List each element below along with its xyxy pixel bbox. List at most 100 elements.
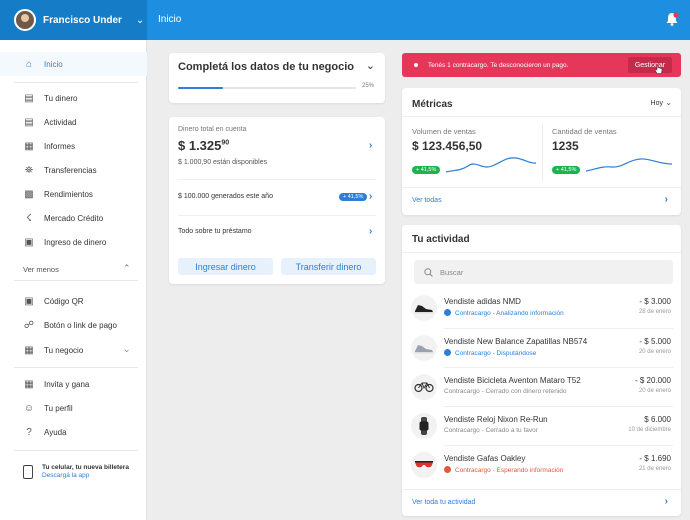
sidebar-item-invita-y-gana[interactable]: ▦ Invita y gana — [0, 372, 147, 396]
sidebar-item-ingreso-de-dinero[interactable]: ▣ Ingreso de dinero — [0, 230, 147, 254]
sidebar-item-rendimientos[interactable]: ▩ Rendimientos — [0, 182, 147, 206]
activity-row[interactable]: Vendiste adidas NMD Contracargo - Analiz… — [402, 291, 681, 329]
chart-icon: ▩ — [24, 188, 34, 200]
sales-volume-label: Volumen de ventas — [412, 127, 476, 136]
sidebar-item-tu-dinero[interactable]: ▤ Tu dinero — [0, 86, 147, 110]
chevron-up-icon[interactable]: ⌃ — [123, 263, 131, 274]
divider — [402, 252, 681, 253]
sidebar-item-label: Ingreso de dinero — [44, 237, 107, 247]
status-text: Contracargo - Esperando información — [455, 467, 564, 474]
generated-text: $ 100.000 generados este año — [178, 193, 273, 200]
sidebar-item-informes[interactable]: ▦ Informes — [0, 134, 147, 158]
activity-row-date: 28 de enero — [638, 309, 671, 315]
money-amount-cents: 90 — [221, 139, 230, 147]
activity-row[interactable]: Vendiste Gafas Oakley Contracargo - Espe… — [402, 448, 681, 486]
loan-link[interactable]: Todo sobre tu préstamo — [178, 228, 252, 235]
chevron-down-icon[interactable]: ⌄ — [665, 98, 672, 107]
top-bar: Francisco Under ⌄ Inicio — [0, 0, 690, 40]
manage-button[interactable]: Gestionar — [628, 57, 672, 73]
activity-row-title: Vendiste adidas NMD — [444, 297, 521, 306]
chevron-right-icon[interactable]: › — [665, 194, 668, 205]
search-icon — [424, 267, 433, 277]
chevron-down-icon[interactable]: ⌄ — [123, 344, 131, 355]
see-all-metrics-link[interactable]: Ver todas — [412, 197, 442, 204]
chevron-down-icon: ⌄ — [135, 14, 145, 26]
chevron-right-icon[interactable]: › — [665, 496, 668, 507]
sidebar-item-boton-link-pago[interactable]: ☍ Botón o link de pago — [0, 313, 147, 337]
activity-row-status: Contracargo - Cerrado con dinero retenid… — [444, 388, 567, 395]
chargeback-alert: Tenés 1 contracargo. Te desconocieron un… — [402, 53, 681, 77]
activity-search-input[interactable]: Buscar — [414, 260, 673, 284]
activity-row-amount: - $ 3.000 — [639, 297, 671, 306]
sidebar-item-tu-perfil[interactable]: ☺ Tu perfil — [0, 396, 147, 420]
reports-icon: ▦ — [24, 140, 34, 152]
sidebar-item-actividad[interactable]: ▤ Actividad — [0, 110, 147, 134]
activity-row[interactable]: Vendiste New Balance Zapatillas NB574 Co… — [402, 331, 681, 369]
money-available: $ 1.000,90 están disponibles — [178, 159, 268, 166]
bank-icon: ⛯ — [25, 164, 33, 176]
sales-volume-badge: + 41,5% — [412, 166, 441, 174]
watch-icon — [411, 413, 437, 439]
sidebar-item-transferencias[interactable]: ⛯ Transferencias — [0, 158, 147, 182]
divider — [444, 367, 673, 368]
ver-menos-toggle[interactable]: Ver menos — [23, 265, 59, 274]
activity-row[interactable]: Vendiste Bicicleta Aventon Mataro T52 Co… — [402, 370, 681, 408]
alert-text: Tenés 1 contracargo. Te desconocieron un… — [428, 61, 569, 69]
avatar — [14, 9, 36, 31]
setup-title: Completá los datos de tu negocio — [178, 61, 355, 73]
sales-count-badge: + 41,5% — [552, 166, 581, 174]
divider — [178, 215, 376, 216]
phone-icon — [23, 465, 33, 479]
money-card: Dinero total en cuenta $ 1.32590 $ 1.000… — [169, 117, 385, 284]
sidebar-item-inicio[interactable]: ⌂ Inicio — [0, 52, 147, 76]
activity-row-title: Vendiste New Balance Zapatillas NB574 — [444, 337, 588, 346]
count-sparkline — [585, 158, 673, 172]
chevron-right-icon[interactable]: › — [369, 140, 372, 151]
status-text: Contracargo - Disputándose — [455, 350, 537, 357]
period-select[interactable]: Hoy — [651, 100, 663, 107]
divider — [14, 82, 138, 83]
sidebar-item-label: Tu dinero — [44, 93, 78, 103]
sidebar-item-label: Código QR — [44, 296, 84, 306]
notification-bell-icon[interactable] — [664, 11, 680, 27]
activity-row[interactable]: Vendiste Reloj Nixon Re-Run Contracargo … — [402, 409, 681, 447]
divider — [402, 187, 681, 188]
sidebar-item-mercado-credito[interactable]: ☇ Mercado Crédito — [0, 206, 147, 230]
divider — [444, 328, 673, 329]
activity-card: Tu actividad Buscar Vendiste adidas NMD … — [402, 225, 681, 516]
divider — [444, 445, 673, 446]
wallet-promo[interactable]: Tu celular, tu nueva billetera Descargá … — [23, 464, 129, 479]
sneaker-icon — [411, 295, 437, 321]
deposit-button[interactable]: Ingresar dinero — [178, 258, 273, 275]
chevron-right-icon[interactable]: › — [369, 191, 372, 202]
sales-count-value: 1235 — [552, 139, 579, 153]
transfer-button[interactable]: Transferir dinero — [281, 258, 376, 275]
search-placeholder: Buscar — [440, 267, 464, 277]
chevron-down-icon[interactable]: ⌄ — [366, 59, 375, 72]
divider — [14, 280, 138, 281]
divider — [542, 124, 543, 182]
divider — [178, 179, 376, 180]
activity-row-title: Vendiste Reloj Nixon Re-Run — [444, 415, 548, 424]
money-amount: $ 1.32590 — [178, 138, 229, 153]
sales-count-label: Cantidad de ventas — [552, 127, 617, 136]
home-icon: ⌂ — [25, 58, 33, 70]
download-app-link[interactable]: Descargá la app — [42, 472, 129, 479]
sidebar-item-label: Rendimientos — [44, 189, 93, 199]
qr-icon: ▣ — [24, 295, 34, 307]
activity-icon: ▤ — [24, 116, 34, 128]
activity-row-amount: - $ 5.000 — [639, 337, 671, 346]
divider — [14, 367, 138, 368]
status-dot-icon — [444, 309, 451, 316]
setup-card[interactable]: Completá los datos de tu negocio ⌄ 25% — [169, 53, 385, 103]
money-icon: ▤ — [24, 92, 34, 104]
sidebar-item-label: Actividad — [44, 117, 77, 127]
activity-row-status: Contracargo - Disputándose — [444, 349, 536, 357]
link-icon: ☍ — [23, 319, 35, 331]
sidebar-item-ayuda[interactable]: ? Ayuda — [0, 420, 147, 444]
sidebar-item-codigo-qr[interactable]: ▣ Código QR — [0, 289, 147, 313]
see-all-activity-link[interactable]: Ver toda tu actividad — [412, 499, 475, 506]
user-menu[interactable]: Francisco Under ⌄ — [0, 0, 147, 40]
activity-row-title: Vendiste Bicicleta Aventon Mataro T52 — [444, 376, 581, 385]
chevron-right-icon[interactable]: › — [369, 226, 372, 237]
